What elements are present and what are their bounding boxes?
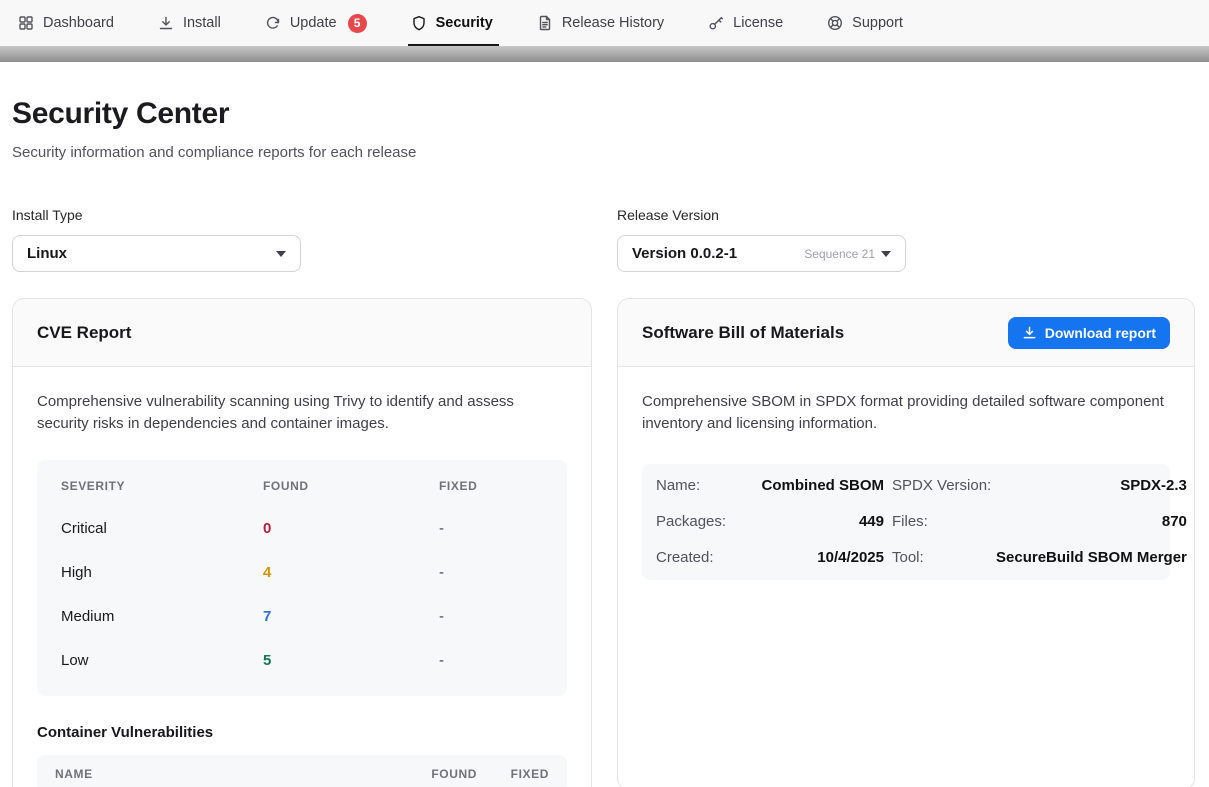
col-fixed: FIXED	[439, 479, 543, 493]
cve-description: Comprehensive vulnerability scanning usi…	[37, 391, 567, 434]
sbom-files-label: Files:	[892, 504, 988, 540]
cve-card-body: Comprehensive vulnerability scanning usi…	[13, 367, 591, 787]
col-fixed: FIXED	[477, 767, 549, 781]
release-version-value: Version 0.0.2-1	[632, 245, 737, 262]
severity-label: Medium	[61, 608, 263, 625]
container-vulns-header: NAME FOUND FIXED	[37, 755, 567, 787]
update-count-badge: 5	[348, 14, 367, 33]
col-severity: SEVERITY	[61, 479, 263, 493]
sbom-card-title: Software Bill of Materials	[642, 323, 844, 343]
sbom-packages-label: Packages:	[656, 504, 726, 540]
install-type-select[interactable]: Linux	[12, 235, 301, 272]
nav-item-install[interactable]: Install	[158, 0, 221, 46]
sbom-card-header: Software Bill of Materials Download repo…	[618, 299, 1194, 367]
found-count: 4	[263, 564, 439, 581]
grid-icon	[18, 15, 34, 31]
download-icon	[158, 15, 174, 31]
found-count: 5	[263, 652, 439, 669]
chevron-down-icon	[276, 251, 286, 257]
file-icon	[537, 15, 553, 31]
nav-item-support[interactable]: Support	[827, 0, 903, 46]
col-name: NAME	[55, 767, 391, 781]
severity-table: SEVERITY FOUND FIXED Critical 0 - High 4…	[37, 460, 567, 696]
found-count: 7	[263, 608, 439, 625]
page-title: Security Center	[12, 97, 1195, 131]
install-type-value: Linux	[27, 245, 67, 262]
key-icon	[708, 15, 724, 31]
lifebuoy-icon	[827, 15, 843, 31]
cve-report-card: CVE Report Comprehensive vulnerability s…	[12, 298, 592, 787]
cards-row: CVE Report Comprehensive vulnerability s…	[12, 298, 1195, 787]
container-vulns-title: Container Vulnerabilities	[37, 724, 567, 741]
cve-card-header: CVE Report	[13, 299, 591, 367]
nav-label: Update	[290, 15, 337, 31]
table-row-critical: Critical 0 -	[61, 506, 543, 550]
found-count: 0	[263, 520, 439, 537]
fixed-count: -	[439, 520, 543, 537]
severity-label: Low	[61, 652, 263, 669]
page-subtitle: Security information and compliance repo…	[12, 144, 1195, 161]
table-row-low: Low 5 -	[61, 638, 543, 682]
release-version-select[interactable]: Version 0.0.2-1 Sequence 21	[617, 235, 906, 272]
sbom-packages-value: 449	[734, 504, 884, 540]
refresh-icon	[265, 15, 281, 31]
chevron-down-icon	[881, 251, 891, 257]
nav-label: Release History	[562, 15, 664, 31]
sbom-info-grid: Name: Combined SBOM SPDX Version: SPDX-2…	[642, 464, 1170, 580]
table-row-high: High 4 -	[61, 550, 543, 594]
sbom-tool-value: SecureBuild SBOM Merger	[996, 540, 1187, 576]
sbom-files-value: 870	[996, 504, 1187, 540]
fixed-count: -	[439, 564, 543, 581]
sbom-tool-label: Tool:	[892, 540, 988, 576]
release-version-field: Release Version Version 0.0.2-1 Sequence…	[617, 207, 1195, 272]
sbom-created-value: 10/4/2025	[734, 540, 884, 576]
nav-label: License	[733, 15, 783, 31]
col-found: FOUND	[263, 479, 439, 493]
filters-row: Install Type Linux Release Version Versi…	[12, 207, 1195, 272]
nav-item-security[interactable]: Security	[411, 0, 493, 46]
nav-label: Support	[852, 15, 903, 31]
fixed-count: -	[439, 652, 543, 669]
sbom-created-label: Created:	[656, 540, 726, 576]
severity-label: Critical	[61, 520, 263, 537]
nav-item-license[interactable]: License	[708, 0, 783, 46]
scroll-shadow-band	[0, 46, 1209, 62]
release-version-label: Release Version	[617, 207, 1195, 223]
download-icon	[1022, 325, 1037, 340]
nav-label: Install	[183, 15, 221, 31]
table-row-medium: Medium 7 -	[61, 594, 543, 638]
main-content: Security Center Security information and…	[0, 62, 1209, 787]
top-navigation: Dashboard Install Update 5 Security Rele…	[0, 0, 1209, 46]
nav-item-dashboard[interactable]: Dashboard	[18, 0, 114, 46]
nav-label: Security	[436, 15, 493, 31]
nav-label: Dashboard	[43, 15, 114, 31]
severity-label: High	[61, 564, 263, 581]
col-found: FOUND	[391, 767, 477, 781]
cve-card-title: CVE Report	[37, 323, 131, 343]
sbom-name-label: Name:	[656, 468, 726, 504]
fixed-count: -	[439, 608, 543, 625]
sequence-hint: Sequence 21	[804, 247, 875, 261]
sbom-spdx-value: SPDX-2.3	[996, 468, 1187, 504]
shield-icon	[411, 15, 427, 31]
nav-item-release-history[interactable]: Release History	[537, 0, 664, 46]
sbom-description: Comprehensive SBOM in SPDX format provid…	[642, 391, 1170, 434]
download-report-label: Download report	[1045, 325, 1156, 341]
download-report-button[interactable]: Download report	[1008, 317, 1170, 349]
install-type-field: Install Type Linux	[12, 207, 592, 272]
sbom-card-body: Comprehensive SBOM in SPDX format provid…	[618, 367, 1194, 604]
nav-item-update[interactable]: Update 5	[265, 0, 367, 46]
sbom-card: Software Bill of Materials Download repo…	[617, 298, 1195, 787]
sbom-name-value: Combined SBOM	[734, 468, 884, 504]
install-type-label: Install Type	[12, 207, 592, 223]
sbom-spdx-label: SPDX Version:	[892, 468, 988, 504]
severity-table-header: SEVERITY FOUND FIXED	[61, 466, 543, 506]
